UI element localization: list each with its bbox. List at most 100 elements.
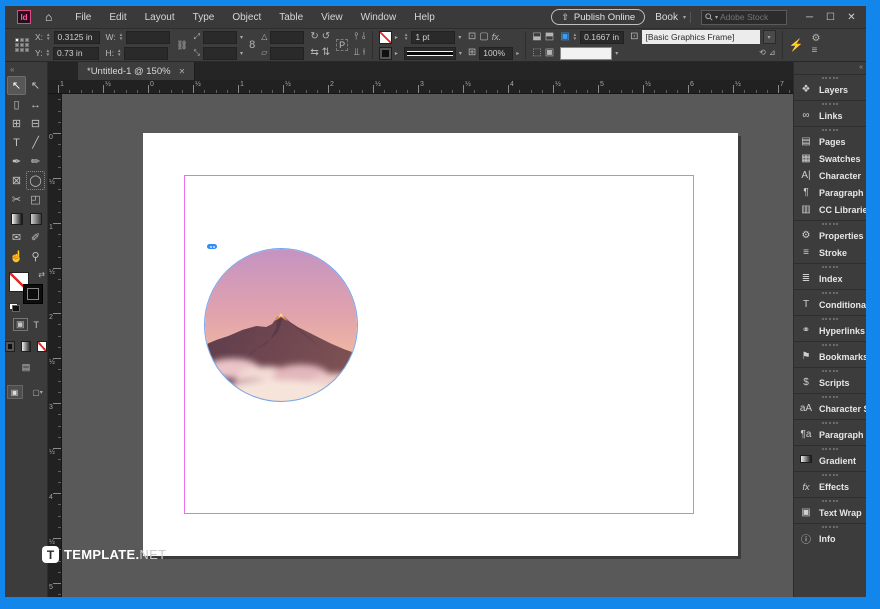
expand-panels-icon[interactable]: « <box>859 64 863 71</box>
stroke-style-chevron-icon[interactable]: ▾ <box>459 50 462 57</box>
rotate-cw-button[interactable]: ↻ <box>310 32 318 42</box>
stroke-swatch-black[interactable] <box>379 47 392 60</box>
x-field[interactable]: 0.3125 in <box>54 31 100 44</box>
y-field[interactable]: 0.73 in <box>53 47 99 60</box>
panel-item-properties[interactable]: ⚙Properties <box>794 227 866 244</box>
transform-reference-icon[interactable]: P <box>336 39 348 51</box>
stroke-chevron-icon[interactable]: ▸ <box>395 50 398 57</box>
home-icon[interactable]: ⌂ <box>45 10 52 24</box>
w-field[interactable] <box>126 31 170 44</box>
adobe-stock-search[interactable]: ▾ <box>701 10 787 25</box>
fill-chevron-icon[interactable]: ▸ <box>395 34 398 41</box>
formatting-affects-container-button[interactable]: ▣ <box>13 318 28 331</box>
wrap-bounding-box-button[interactable]: ⬒ <box>545 32 554 42</box>
scale-y-field[interactable] <box>203 47 237 60</box>
panel-item-conditional-text[interactable]: TConditional Text <box>794 296 866 313</box>
book-dropdown[interactable]: Book ▾ <box>655 12 691 23</box>
document-tab[interactable]: *Untitled-1 @ 150% ✕ <box>78 62 195 80</box>
pencil-tool[interactable]: ✏ <box>26 152 45 171</box>
opacity-field[interactable]: 100% <box>479 47 513 60</box>
default-fill-stroke-icon[interactable] <box>9 303 18 310</box>
wrap-offset-stepper[interactable]: ▲▼ <box>573 33 577 41</box>
hand-tool[interactable]: ☝ <box>7 247 26 266</box>
flip-vertical-button[interactable]: ⇅ <box>322 48 330 58</box>
menu-table[interactable]: Table <box>270 12 312 23</box>
distribute-spacing-button[interactable]: ⫰ <box>362 32 366 42</box>
menu-file[interactable]: File <box>66 12 100 23</box>
content-collector-tool[interactable]: ⊞ <box>7 114 26 133</box>
fill-swatch-none[interactable] <box>379 31 392 44</box>
gear-icon[interactable]: ⚙ <box>811 34 820 44</box>
shear-angle-field[interactable] <box>270 47 304 60</box>
selection-tool[interactable]: ↖ <box>7 76 26 95</box>
panel-item-character[interactable]: A|Character <box>794 167 866 184</box>
scale-x-chevron-icon[interactable]: ▾ <box>240 34 243 41</box>
corner-shape-icon[interactable]: ▢ <box>479 32 488 42</box>
panel-item-bookmarks[interactable]: ⚑Bookmarks <box>794 348 866 365</box>
rotation-angle-field[interactable] <box>270 31 304 44</box>
apply-none-button[interactable] <box>37 341 47 352</box>
scissors-tool[interactable]: ✂ <box>7 190 26 209</box>
wrap-to-chevron-icon[interactable]: ▾ <box>615 50 618 57</box>
panel-item-swatches[interactable]: ▦Swatches <box>794 150 866 167</box>
panel-item-hyperlinks[interactable]: ⚭Hyperlinks <box>794 322 866 339</box>
panel-item-effects[interactable]: fxEffects <box>794 478 866 495</box>
panel-item-gradient[interactable]: Gradient <box>794 452 866 469</box>
gradient-feather-tool[interactable] <box>26 209 45 228</box>
type-tool[interactable]: T <box>7 133 26 152</box>
reference-point-locator[interactable] <box>15 38 29 52</box>
tab-close-icon[interactable]: ✕ <box>179 67 186 76</box>
eyedropper-tool[interactable]: ✐ <box>26 228 45 247</box>
apply-gradient-button[interactable] <box>21 341 31 352</box>
view-options-icon[interactable]: ▤ <box>22 362 31 373</box>
menu-layout[interactable]: Layout <box>136 12 184 23</box>
quick-apply-icon[interactable]: ⚡ <box>789 40 804 50</box>
scale-y-chevron-icon[interactable]: ▾ <box>240 50 243 57</box>
h-field[interactable] <box>124 47 168 60</box>
free-transform-tool[interactable]: ◰ <box>26 190 45 209</box>
panel-item-stroke[interactable]: ≡Stroke <box>794 244 866 261</box>
stroke-weight-chevron-icon[interactable]: ▾ <box>458 34 461 41</box>
zoom-tool[interactable]: ⚲ <box>26 247 45 266</box>
swap-fill-stroke-icon[interactable]: ⇄ <box>38 270 45 279</box>
collapse-tools-icon[interactable]: « <box>5 65 47 74</box>
ellipse-image-frame[interactable] <box>204 248 358 402</box>
minimize-button[interactable]: ─ <box>801 12 818 23</box>
panel-item-info[interactable]: ⓘInfo <box>794 530 866 547</box>
panel-item-index[interactable]: ≣Index <box>794 270 866 287</box>
menu-view[interactable]: View <box>312 12 352 23</box>
menu-window[interactable]: Window <box>352 12 406 23</box>
direct-selection-tool[interactable]: ↖ <box>26 76 45 95</box>
menu-object[interactable]: Object <box>223 12 270 23</box>
vertical-ruler[interactable]: 0½1½2½3½4½5 <box>48 94 62 597</box>
publish-online-button[interactable]: ⇧ Publish Online <box>551 9 645 25</box>
stroke-weight-stepper[interactable]: ▲▼ <box>404 33 408 41</box>
panel-item-cc-libraries[interactable]: ▥CC Libraries <box>794 201 866 218</box>
pen-tool[interactable]: ✒ <box>7 152 26 171</box>
frame-anchor-badge[interactable] <box>207 244 217 249</box>
panel-item-character-styles[interactable]: aACharacter Styles <box>794 400 866 417</box>
corner-options-icon[interactable]: ⊡ <box>468 32 476 42</box>
stroke-weight-field[interactable]: 1 pt <box>411 31 455 44</box>
pasteboard[interactable] <box>62 94 793 597</box>
gap-tool[interactable]: ↔ <box>26 95 45 114</box>
menu-edit[interactable]: Edit <box>100 12 135 23</box>
scale-x-field[interactable] <box>203 31 237 44</box>
wrap-none-button[interactable]: ⬓ <box>532 32 541 42</box>
maximize-button[interactable]: ☐ <box>822 12 839 23</box>
panel-item-links[interactable]: ∞Links <box>794 107 866 124</box>
apply-color-button[interactable] <box>5 341 15 352</box>
stroke-style-dropdown[interactable] <box>404 47 456 60</box>
note-tool[interactable]: ✉ <box>7 228 26 247</box>
wrap-to-dropdown[interactable] <box>560 47 612 60</box>
panel-item-paragraph[interactable]: ¶Paragraph <box>794 184 866 201</box>
line-tool[interactable]: ╱ <box>26 133 45 152</box>
clear-overrides-icon[interactable]: ⟲ <box>759 48 766 58</box>
panel-item-layers[interactable]: ❖Layers <box>794 81 866 98</box>
screen-mode-preview-button[interactable]: ▢▾ <box>30 385 46 399</box>
flip-horizontal-button[interactable]: ⇆ <box>310 48 318 58</box>
close-button[interactable]: ✕ <box>843 12 860 23</box>
w-stepper[interactable]: ▲▼ <box>119 33 123 41</box>
page-tool[interactable]: ▯ <box>7 95 26 114</box>
object-style-dropdown[interactable]: [Basic Graphics Frame] <box>642 30 760 44</box>
